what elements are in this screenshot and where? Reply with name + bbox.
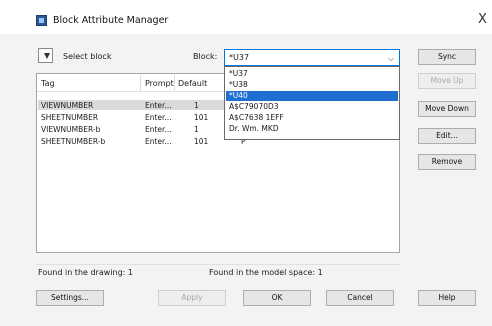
cell-default: 1 <box>194 101 199 110</box>
remove-button[interactable]: Remove <box>418 154 476 170</box>
chevron-down-icon[interactable]: ⌵ <box>388 54 394 64</box>
sync-button[interactable]: Sync <box>418 49 476 65</box>
close-icon[interactable]: X <box>478 12 487 27</box>
select-block-label[interactable]: Select block <box>63 52 111 61</box>
cell-prompt: Enter... <box>145 113 172 122</box>
found-in-drawing-text: Found in the drawing: 1 <box>38 268 133 277</box>
move-down-button[interactable]: Move Down <box>418 101 476 117</box>
settings-button[interactable]: Settings... <box>36 290 104 306</box>
apply-button[interactable]: Apply <box>158 290 226 306</box>
help-button[interactable]: Help <box>418 290 476 306</box>
title-bar: Block Attribute Manager X <box>0 0 492 34</box>
dropdown-option[interactable]: Dr. Wm. MKD <box>226 124 398 134</box>
dropdown-option[interactable]: A$C79070D3 <box>226 102 398 112</box>
status-bar: Found in the drawing: 1 Found in the mod… <box>36 264 400 278</box>
column-separator[interactable] <box>174 75 175 91</box>
cell-prompt: Enter... <box>145 137 172 146</box>
move-up-button[interactable]: Move Up <box>418 73 476 89</box>
column-separator[interactable] <box>140 75 141 91</box>
block-combobox-value: *U37 <box>229 53 250 62</box>
cell-default: 101 <box>194 113 209 122</box>
column-header-tag[interactable]: Tag <box>41 79 55 88</box>
cell-default: 1 <box>194 125 199 134</box>
pick-cursor-icon[interactable] <box>38 48 53 63</box>
dropdown-option-selected[interactable]: *U40 <box>226 91 398 101</box>
block-dropdown-list[interactable]: *U37 *U38 *U40 A$C79070D3 A$C7638 1EFF D… <box>224 66 400 140</box>
cell-prompt: Enter... <box>145 125 172 134</box>
block-combobox[interactable]: *U37 ⌵ <box>224 49 400 66</box>
cancel-button[interactable]: Cancel <box>326 290 394 306</box>
cell-tag: VIEWNUMBER-b <box>41 125 101 134</box>
cell-tag: SHEETNUMBER <box>41 113 99 122</box>
ok-button[interactable]: OK <box>243 290 311 306</box>
window-title: Block Attribute Manager <box>53 15 169 26</box>
block-attribute-icon <box>36 15 47 26</box>
dropdown-option[interactable]: A$C7638 1EFF <box>226 113 398 123</box>
cell-prompt: Enter... <box>145 101 172 110</box>
column-header-prompt[interactable]: Prompt <box>145 79 174 88</box>
cell-tag: SHEETNUMBER-b <box>41 137 106 146</box>
column-header-default[interactable]: Default <box>178 79 207 88</box>
block-label: Block: <box>193 52 218 61</box>
dropdown-option[interactable]: *U37 <box>226 69 398 79</box>
dropdown-option[interactable]: *U38 <box>226 80 398 90</box>
cell-tag: VIEWNUMBER <box>41 101 94 110</box>
edit-button[interactable]: Edit... <box>418 128 476 144</box>
block-attribute-manager-window: Block Attribute Manager X Select block B… <box>0 0 492 326</box>
cell-default: 101 <box>194 137 209 146</box>
found-in-model-space-text: Found in the model space: 1 <box>209 268 323 277</box>
